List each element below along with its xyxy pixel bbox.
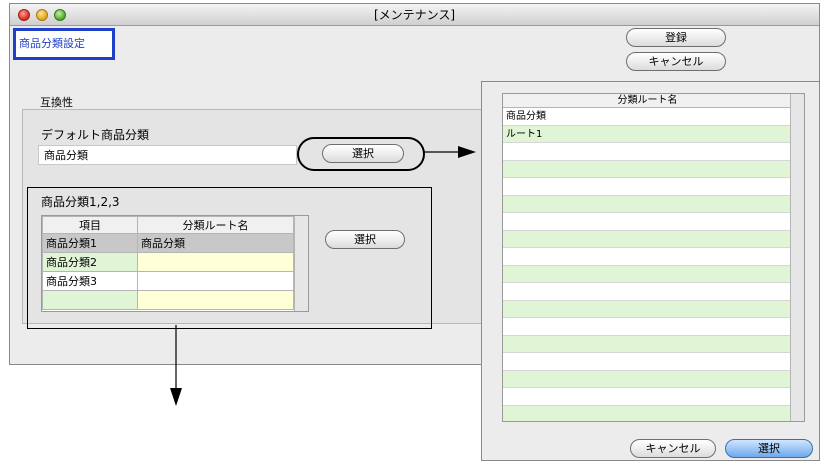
route-list-header-label: 分類ルート名: [617, 95, 678, 106]
route-list-scrollbar[interactable]: [790, 94, 804, 421]
default-category-field[interactable]: 商品分類: [38, 145, 297, 165]
category-group-label: 商品分類1,2,3: [41, 195, 120, 209]
page-title: 商品分類設定: [19, 37, 85, 50]
group-select-button[interactable]: 選択: [325, 230, 405, 249]
picker-select-button-label: 選択: [758, 442, 780, 455]
default-select-button-label: 選択: [352, 147, 374, 160]
default-category-value: 商品分類: [44, 149, 88, 162]
page-title-badge: 商品分類設定: [13, 28, 115, 60]
route-list-item[interactable]: [503, 143, 792, 161]
arrow-down-head: [170, 388, 182, 406]
cancel-button-label: キャンセル: [648, 55, 704, 68]
cancel-button[interactable]: キャンセル: [626, 52, 726, 71]
route-list-item[interactable]: [503, 178, 792, 196]
column-header-item[interactable]: 項目: [42, 216, 138, 234]
table-row[interactable]: [42, 290, 294, 310]
table-cell[interactable]: [137, 290, 294, 310]
table-cell[interactable]: [42, 290, 138, 310]
route-list-item[interactable]: [503, 388, 792, 406]
register-button[interactable]: 登録: [626, 28, 726, 47]
route-list-item[interactable]: [503, 248, 792, 266]
route-list-item[interactable]: 商品分類: [503, 108, 792, 126]
close-window-icon[interactable]: [18, 9, 30, 21]
column-header-route[interactable]: 分類ルート名: [137, 216, 294, 234]
default-category-label: デフォルト商品分類: [41, 128, 150, 142]
table-cell[interactable]: [137, 252, 294, 272]
table-cell[interactable]: 商品分類1: [42, 233, 138, 253]
default-select-button[interactable]: 選択: [322, 144, 404, 163]
window-title: [メンテナンス]: [373, 8, 456, 22]
window-titlebar: [メンテナンス]: [10, 4, 819, 26]
table-cell[interactable]: [137, 271, 294, 291]
route-list-item[interactable]: [503, 370, 792, 388]
route-list-item[interactable]: [503, 300, 792, 318]
picker-cancel-button-label: キャンセル: [645, 442, 701, 455]
table-cell[interactable]: 商品分類: [137, 233, 294, 253]
section-label: 互換性: [40, 96, 73, 109]
table-cell[interactable]: 商品分類2: [42, 252, 138, 272]
picker-cancel-button[interactable]: キャンセル: [630, 439, 716, 458]
category-table-wrap: 項目 分類ルート名 商品分類1 商品分類 商品分類2 商品分類3: [41, 215, 309, 312]
category-table: 項目 分類ルート名 商品分類1 商品分類 商品分類2 商品分類3: [42, 216, 294, 310]
route-list-item[interactable]: [503, 353, 792, 371]
route-list-item[interactable]: [503, 160, 792, 178]
group-select-button-label: 選択: [354, 233, 376, 246]
route-list-header[interactable]: 分類ルート名: [503, 94, 792, 108]
table-scrollbar[interactable]: [294, 216, 308, 311]
route-list-item[interactable]: [503, 318, 792, 336]
table-cell[interactable]: 商品分類3: [42, 271, 138, 291]
route-list-item[interactable]: [503, 405, 792, 421]
route-list-item[interactable]: [503, 265, 792, 283]
route-list-item[interactable]: [503, 195, 792, 213]
register-button-label: 登録: [665, 31, 687, 44]
route-list-item[interactable]: [503, 213, 792, 231]
route-rows: 商品分類 ルート1: [503, 108, 792, 421]
picker-select-button[interactable]: 選択: [725, 439, 813, 458]
table-row[interactable]: 商品分類1 商品分類: [42, 233, 294, 253]
route-list: 分類ルート名 商品分類 ルート1: [502, 93, 805, 422]
route-picker-dialog: 分類ルート名 商品分類 ルート1 キャンセル 選択: [481, 81, 820, 461]
table-row[interactable]: 商品分類2: [42, 252, 294, 272]
route-list-item[interactable]: ルート1: [503, 125, 792, 143]
table-header-row: 項目 分類ルート名: [42, 216, 294, 234]
route-list-item[interactable]: [503, 283, 792, 301]
zoom-window-icon[interactable]: [54, 9, 66, 21]
route-list-item[interactable]: [503, 335, 792, 353]
route-list-item[interactable]: [503, 230, 792, 248]
table-row[interactable]: 商品分類3: [42, 271, 294, 291]
minimize-window-icon[interactable]: [36, 9, 48, 21]
